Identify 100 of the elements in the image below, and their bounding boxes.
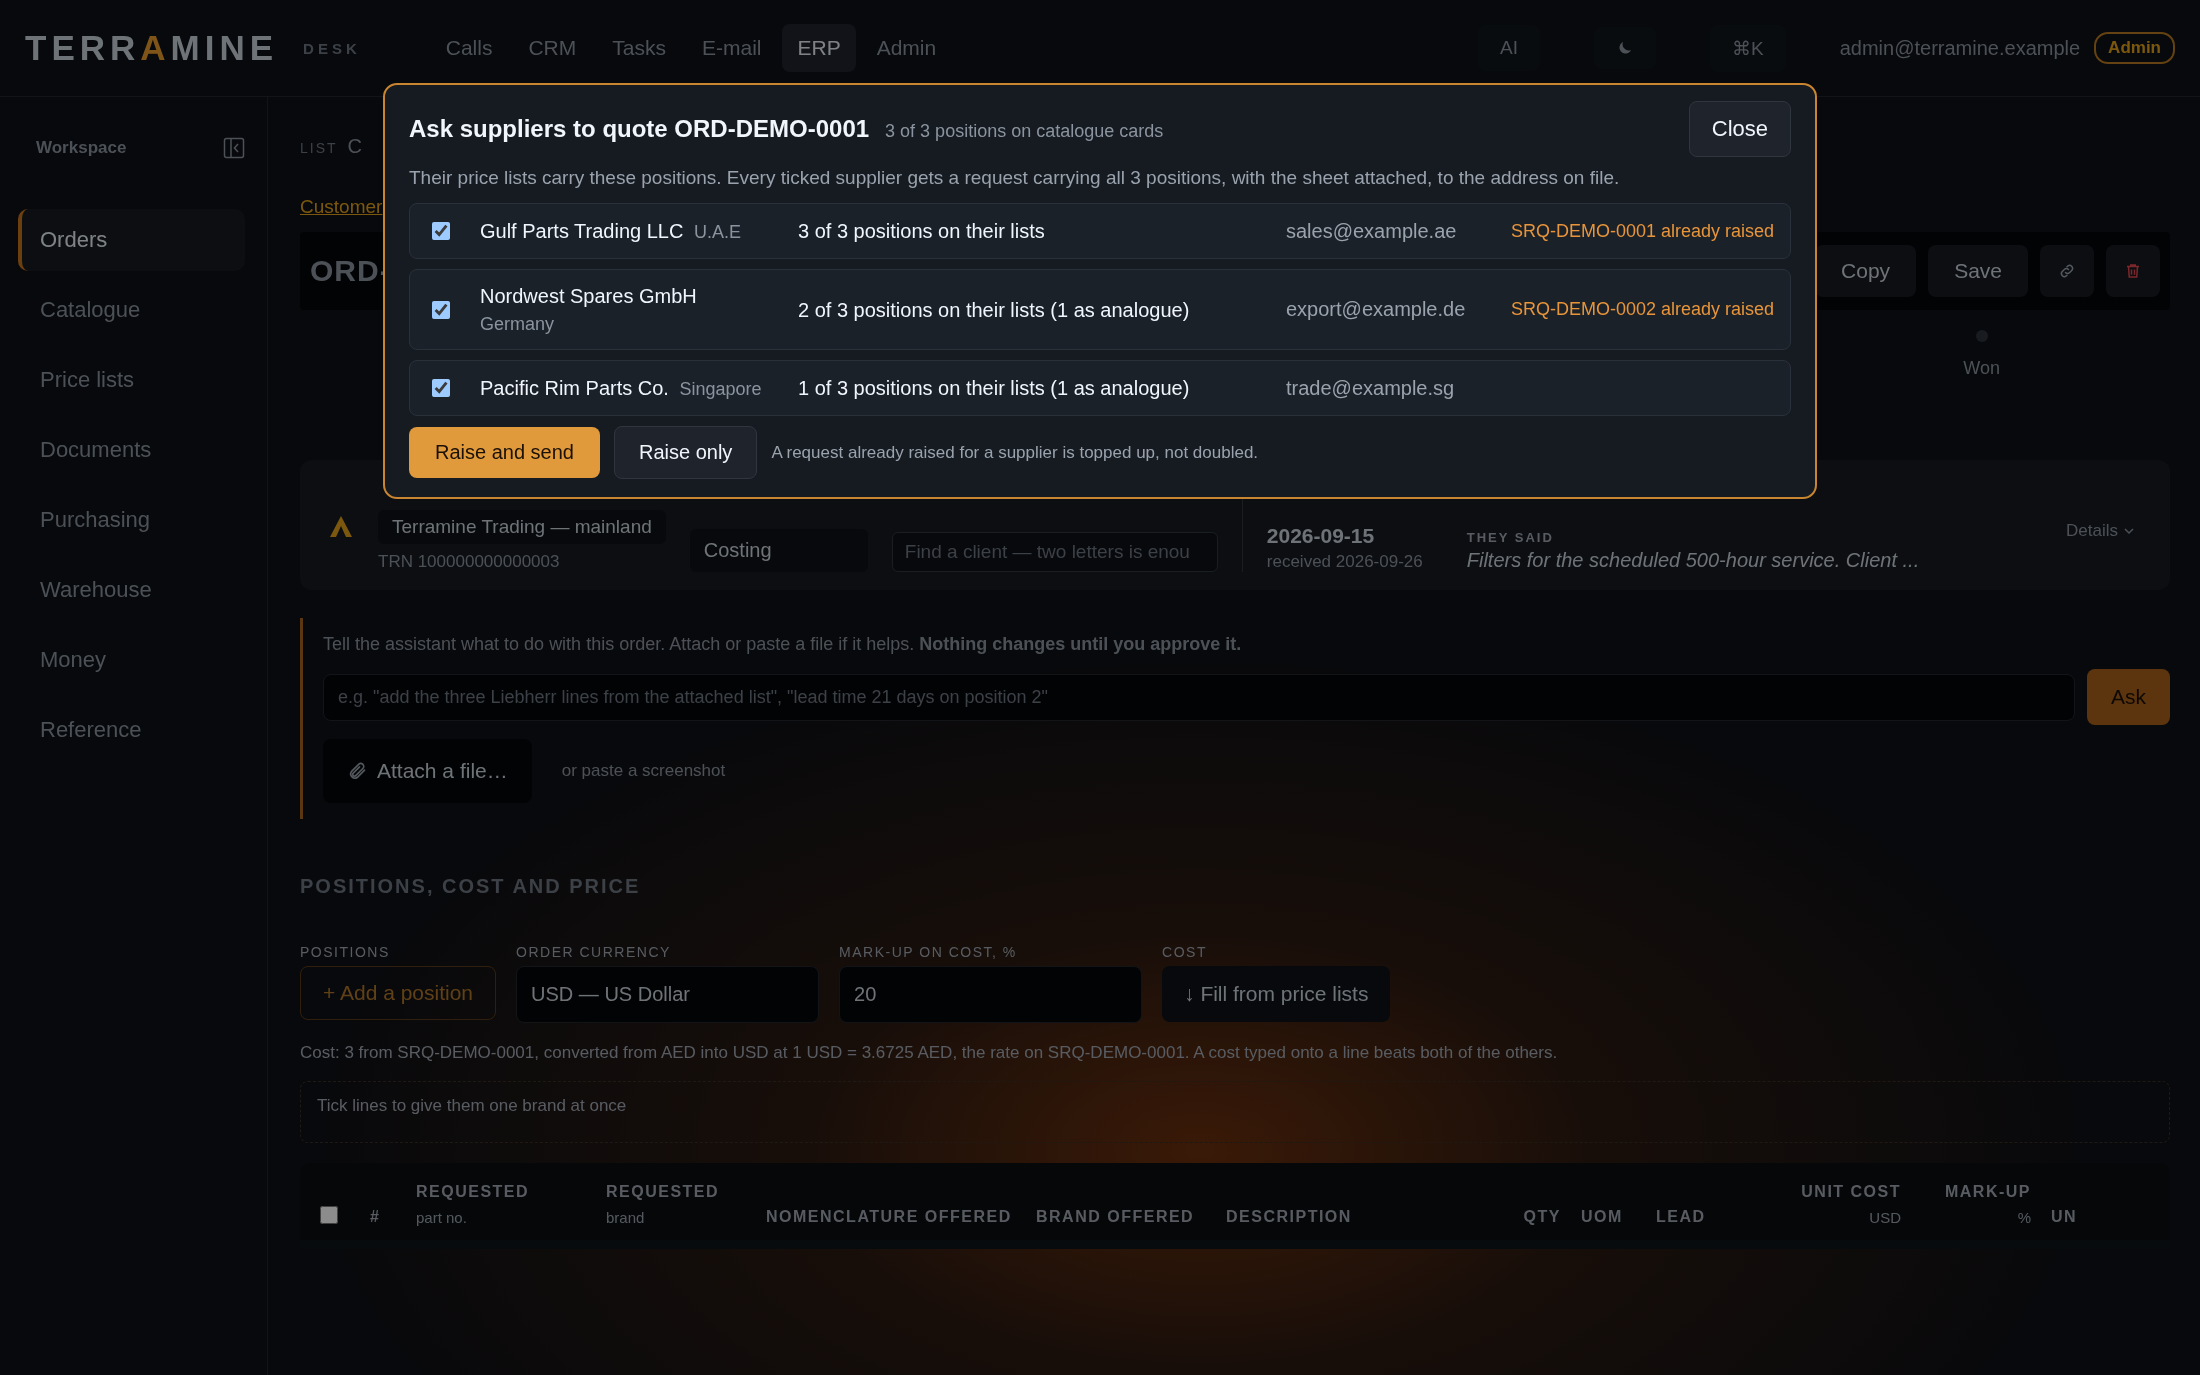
column-header: BRAND OFFERED bbox=[1036, 1208, 1196, 1226]
role-badge: Admin bbox=[2094, 32, 2175, 64]
column-header: DESCRIPTION bbox=[1226, 1208, 1353, 1226]
status-select[interactable]: Costing bbox=[689, 529, 868, 572]
raise-and-send-button[interactable]: Raise and send bbox=[409, 427, 600, 479]
supplier-email: trade@example.sg bbox=[1286, 376, 1456, 400]
supplier-country: U.A.E bbox=[693, 221, 741, 242]
dialog-title: Ask suppliers to quote ORD-DEMO-0001 bbox=[409, 115, 870, 143]
received-date: received 2026-09-26 bbox=[1266, 552, 1423, 572]
nav-tab[interactable]: Admin bbox=[861, 24, 952, 72]
link-icon bbox=[2058, 262, 2076, 280]
supplier-name: Nordwest Spares GmbH bbox=[480, 285, 697, 307]
logo-mark-icon bbox=[328, 514, 354, 538]
field-label: COST bbox=[1162, 944, 1208, 960]
sidebar-item[interactable]: Purchasing bbox=[18, 489, 245, 551]
supplier-checkbox[interactable] bbox=[432, 300, 450, 319]
quote-label: THEY SAID bbox=[1466, 530, 1555, 545]
assistant-prompt-field[interactable]: e.g. "add the three Liebherr lines from the attached list", "lead time 21 days on position 2" bbox=[323, 673, 2075, 721]
due-date: 2026-09-15 bbox=[1266, 524, 1376, 548]
order-action-button[interactable]: Save bbox=[1928, 245, 2028, 297]
supplier-name: Pacific Rim Parts Co. bbox=[480, 376, 669, 399]
sidebar-item[interactable]: Documents bbox=[18, 419, 245, 481]
field-label: ORDER CURRENCY bbox=[516, 944, 672, 960]
sidebar-item[interactable]: Catalogue bbox=[18, 279, 245, 341]
column-header: NOMENCLATURE OFFERED bbox=[766, 1208, 1013, 1226]
markup-field[interactable]: 20 bbox=[839, 966, 1143, 1023]
sidebar-item[interactable]: Money bbox=[18, 629, 245, 691]
supplier-email: export@example.de bbox=[1286, 298, 1467, 322]
nav-tab[interactable]: ERP bbox=[782, 24, 856, 72]
nav-tab[interactable]: Calls bbox=[430, 24, 508, 72]
fill-from-price-lists-button[interactable]: ↓ Fill from price lists bbox=[1162, 966, 1391, 1022]
add-position-button[interactable]: + Add a position bbox=[300, 966, 497, 1020]
sidebar-item[interactable]: Warehouse bbox=[18, 559, 245, 621]
page-title: C bbox=[347, 135, 363, 158]
raised-note: SRQ-DEMO-0002 already raised bbox=[1510, 299, 1774, 321]
supplier-email: sales@example.ae bbox=[1286, 219, 1458, 243]
order-number: ORD- bbox=[310, 254, 391, 288]
supplier-country: Singapore bbox=[679, 378, 762, 399]
column-header: MARK-UP bbox=[1944, 1183, 2031, 1201]
supplier-checkbox[interactable] bbox=[432, 222, 450, 240]
nav-tab[interactable]: CRM bbox=[513, 24, 592, 72]
field-label: MARK-UP ON COST, % bbox=[839, 944, 1018, 960]
column-unit: part no. bbox=[416, 1209, 468, 1226]
paperclip-icon bbox=[347, 761, 367, 781]
product-label: DESK bbox=[303, 39, 361, 57]
breadcrumb-label: LIST bbox=[300, 140, 338, 156]
nav-tab[interactable]: Tasks bbox=[597, 24, 681, 72]
attach-file-button[interactable]: Attach a file… bbox=[323, 739, 532, 803]
supplier-checkbox[interactable] bbox=[432, 379, 450, 398]
column-header: LEAD bbox=[1656, 1208, 1707, 1226]
column-header: REQUESTED bbox=[606, 1183, 721, 1201]
raised-note: SRQ-DEMO-0001 already raised bbox=[1510, 220, 1774, 242]
column-header: UN bbox=[2051, 1208, 2079, 1226]
dialog-description: Their price lists carry these positions. Every ticked supplier gets a request carrying all 3 positions, with the sheet attached, to the address on file. bbox=[409, 167, 1621, 189]
trash-icon bbox=[2124, 262, 2142, 280]
details-toggle[interactable]: Details bbox=[2060, 520, 2140, 542]
column-unit: % bbox=[2017, 1209, 2031, 1226]
coverage-text: 3 of 3 positions on their lists bbox=[798, 219, 1046, 244]
user-email: admin@terramine.example bbox=[1839, 36, 2081, 60]
paste-hint: or paste a screenshot bbox=[561, 761, 726, 781]
sidebar-item[interactable]: Reference bbox=[18, 699, 245, 761]
client-quote: Filters for the scheduled 500-hour service. Client ... bbox=[1466, 549, 1920, 572]
close-button[interactable]: Close bbox=[1688, 101, 1791, 157]
sidebar-item[interactable]: Orders bbox=[18, 209, 245, 271]
column-header: UOM bbox=[1581, 1208, 1624, 1226]
client-search-field[interactable]: Find a client — two letters is enou bbox=[891, 532, 1218, 572]
delete-button[interactable] bbox=[2106, 245, 2160, 297]
column-header: UNIT COST bbox=[1801, 1183, 1901, 1201]
tax-number: TRN 100000000000003 bbox=[378, 552, 561, 572]
dialog-footnote: A request already raised for a supplier is topped up, not doubled. bbox=[771, 442, 1259, 463]
sidebar-item[interactable]: Price lists bbox=[18, 349, 245, 411]
client-name-field[interactable]: Terramine Trading — mainland bbox=[378, 510, 666, 544]
select-all-checkbox[interactable] bbox=[320, 1206, 338, 1224]
nav-tab[interactable]: E-mail bbox=[686, 24, 777, 72]
coverage-text: 2 of 3 positions on their lists (1 as analogue) bbox=[798, 297, 1191, 323]
column-header: QTY bbox=[1523, 1208, 1561, 1226]
column-header: REQUESTED bbox=[416, 1183, 531, 1201]
customer-link[interactable]: Customer bbox=[300, 196, 383, 217]
sidebar-title: Workspace bbox=[36, 138, 127, 158]
column-header: # bbox=[370, 1208, 382, 1226]
moon-icon bbox=[1616, 39, 1634, 57]
currency-select[interactable]: USD — US Dollar bbox=[516, 966, 820, 1023]
brand-hint: Tick lines to give them one brand at once bbox=[317, 1096, 627, 1115]
collapse-sidebar-icon[interactable] bbox=[223, 137, 245, 159]
order-action-button[interactable]: Copy bbox=[1815, 245, 1917, 297]
assistant-intro: Tell the assistant what to do with this order. Attach or paste a file if it helps. Nothing changes until you approve it. bbox=[323, 634, 1243, 655]
column-unit: brand bbox=[606, 1209, 646, 1226]
section-heading: POSITIONS, COST AND PRICE bbox=[300, 875, 642, 898]
dialog-subtitle: 3 of 3 positions on catalogue cards bbox=[885, 120, 1164, 142]
logo: TERRAMINE bbox=[25, 28, 279, 68]
raise-only-button[interactable]: Raise only bbox=[614, 426, 758, 480]
supplier-country: Germany bbox=[480, 314, 555, 334]
column-unit: USD bbox=[1869, 1209, 1901, 1226]
ask-button[interactable]: Ask bbox=[2087, 669, 2170, 725]
supplier-name: Gulf Parts Trading LLC bbox=[480, 219, 684, 242]
coverage-text: 1 of 3 positions on their lists (1 as analogue) bbox=[798, 376, 1191, 402]
field-label: POSITIONS bbox=[300, 944, 391, 960]
chevron-down-icon bbox=[2124, 527, 2134, 535]
stage-label: Won bbox=[1963, 358, 2000, 379]
cost-note: Cost: 3 from SRQ-DEMO-0001, converted from AED into USD at 1 USD = 3.6725 AED, the rate on SRQ-DEMO-0001. A cost typed onto a line beats both of the others. bbox=[300, 1043, 1559, 1063]
